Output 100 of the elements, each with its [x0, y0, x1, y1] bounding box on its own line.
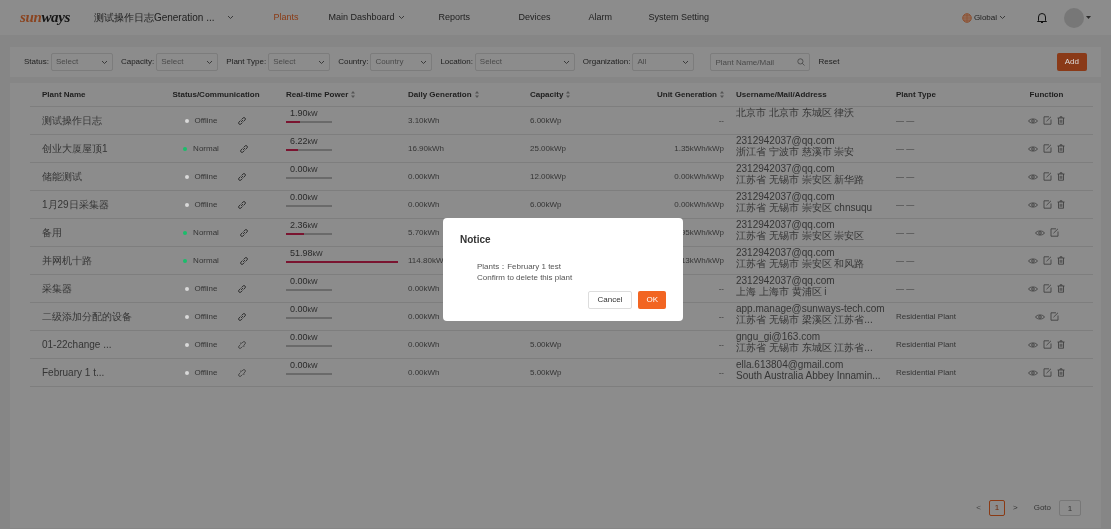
chevron-down-icon [318, 59, 326, 65]
delete-icon[interactable] [1057, 256, 1065, 265]
next-page-button[interactable]: > [1013, 502, 1018, 514]
view-icon[interactable] [1034, 228, 1045, 237]
plant-type: — — [896, 282, 915, 295]
column-header: Status/Communication [172, 88, 260, 101]
plant-type: — — [896, 170, 915, 183]
nav-tab[interactable]: Alarm [588, 10, 649, 25]
plant-name: 1月29日采集器 [42, 198, 109, 212]
plant-type: Residential Plant [896, 338, 957, 351]
user-info: 上海 上海市 黄浦区 i [736, 286, 828, 297]
plant-name: February 1 t... [42, 366, 105, 380]
status-text: Offline [194, 310, 218, 323]
filter-select[interactable]: Country [370, 53, 433, 71]
edit-icon[interactable] [1049, 312, 1059, 321]
delete-icon[interactable] [1057, 200, 1065, 209]
column-header[interactable]: Capacity [530, 88, 571, 101]
delete-icon[interactable] [1057, 116, 1065, 125]
daily-generation: 0.00kWh [408, 282, 440, 295]
nav-tab[interactable]: System Setting [648, 10, 739, 25]
sort-icon [566, 91, 571, 98]
edit-icon[interactable] [1043, 284, 1052, 293]
page-button[interactable]: 1 [989, 500, 1005, 516]
filter-label: Organization: [582, 56, 631, 68]
sort-icon [474, 91, 479, 98]
user-info: South Australia Abbey Innamin... [736, 370, 882, 381]
unit-generation: -- [718, 338, 724, 351]
reset-button[interactable]: Reset [818, 56, 840, 68]
chevron-down-icon [226, 15, 234, 20]
project-dropdown[interactable]: 测试操作日志Generation ... [93, 10, 234, 25]
edit-icon[interactable] [1049, 228, 1059, 237]
dialog-message: Plants：February 1 test [476, 261, 563, 272]
edit-icon[interactable] [1043, 200, 1052, 209]
dialog-message: Confirm to delete this plant [476, 272, 574, 283]
edit-icon[interactable] [1043, 144, 1052, 153]
nav-tab[interactable]: Reports [438, 10, 519, 25]
caret-down-icon [1086, 15, 1091, 20]
edit-icon[interactable] [1043, 340, 1052, 349]
nav-tab[interactable]: Devices [518, 10, 589, 25]
view-icon[interactable] [1028, 116, 1038, 125]
edit-icon[interactable] [1043, 172, 1052, 181]
capacity-value: 25.00kWp [530, 142, 567, 155]
delete-icon[interactable] [1057, 368, 1065, 377]
status-text: Offline [194, 170, 218, 183]
user-info: app.manage@sunways-tech.com [736, 303, 886, 314]
user-info: 2312942037@qq.com [736, 163, 836, 174]
unit-generation: -- [718, 282, 724, 295]
plant-name: 备用 [42, 226, 62, 240]
user-info: 2312942037@qq.com [736, 275, 836, 286]
edit-icon[interactable] [1043, 116, 1052, 125]
previous-page-button[interactable]: < [976, 502, 981, 514]
capacity-value: 12.00kWp [530, 170, 567, 183]
view-icon[interactable] [1028, 340, 1038, 349]
goto-page-field[interactable]: 1 [1059, 500, 1081, 516]
daily-generation: 3.10kWh [408, 114, 440, 127]
add-button[interactable]: Add [1056, 53, 1087, 71]
view-icon[interactable] [1028, 144, 1038, 153]
plant-type: Residential Plant [896, 310, 957, 323]
user-info: 江苏省 无锡市 梁溪区 江苏省... [736, 314, 874, 325]
edit-icon[interactable] [1043, 368, 1052, 377]
filter-select[interactable]: All [632, 53, 695, 71]
delete-icon[interactable] [1057, 172, 1065, 181]
unit-generation: 0.00kWh/kWp [674, 170, 724, 183]
unit-generation: -- [718, 114, 724, 127]
cancel-button[interactable]: Cancel [587, 291, 633, 309]
daily-generation: 0.00kWh [408, 198, 440, 211]
view-icon[interactable] [1028, 172, 1038, 181]
view-icon[interactable] [1028, 256, 1038, 265]
goto-label: Goto [1033, 502, 1051, 514]
search-field[interactable]: Plant Name/Mail [710, 53, 811, 71]
sort-icon [351, 91, 356, 98]
view-icon[interactable] [1034, 312, 1045, 321]
column-header[interactable]: Real-time Power [286, 88, 356, 101]
unit-generation: 0.00kWh/kWp [674, 198, 724, 211]
chevron-down-icon [420, 59, 428, 65]
user-avatar-menu[interactable] [1064, 7, 1091, 28]
daily-generation: 5.70kWh [408, 226, 440, 239]
view-icon[interactable] [1028, 284, 1038, 293]
column-header: Username/Mail/Address [736, 88, 827, 101]
chevron-down-icon [562, 59, 570, 65]
filter-label: Plant Type: [226, 56, 267, 68]
delete-icon[interactable] [1057, 144, 1065, 153]
column-header[interactable]: Daily Generation [408, 88, 479, 101]
plant-name: 测试操作日志 [42, 114, 102, 128]
ok-button[interactable]: OK [638, 291, 666, 309]
view-icon[interactable] [1028, 368, 1038, 377]
chevron-down-icon [999, 15, 1006, 20]
user-info: 江苏省 无锡市 崇安区 chnsuqu [736, 202, 874, 213]
delete-icon[interactable] [1057, 284, 1065, 293]
view-icon[interactable] [1028, 200, 1038, 209]
daily-generation: 0.00kWh [408, 310, 440, 323]
region-dropdown[interactable]: Global [961, 11, 1006, 24]
delete-icon[interactable] [1057, 340, 1065, 349]
chevron-down-icon [682, 59, 690, 65]
dialog-title: Notice [460, 233, 492, 247]
status-text: Normal [193, 142, 219, 155]
nav-tab[interactable]: Main Dashboard [328, 10, 439, 25]
user-info: 江苏省 无锡市 崇安区 新华路 [736, 174, 866, 185]
edit-icon[interactable] [1043, 256, 1052, 265]
column-header[interactable]: Unit Generation [657, 88, 724, 101]
